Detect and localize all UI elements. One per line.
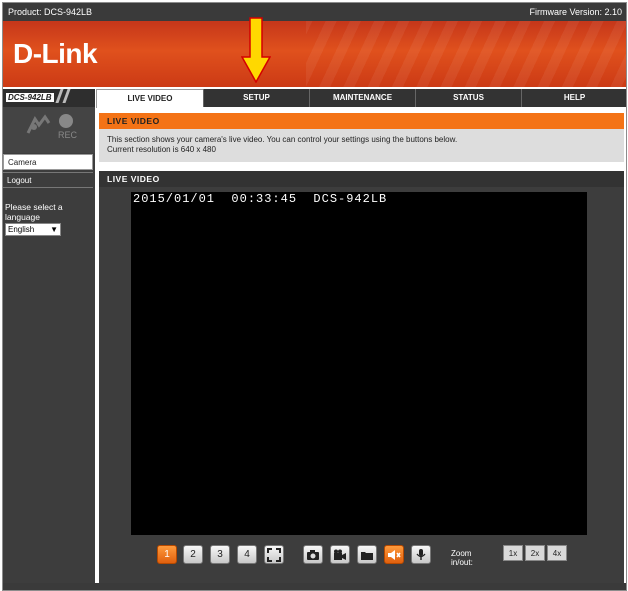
- arrow-down-icon: [241, 17, 271, 83]
- snapshot-icon[interactable]: [25, 113, 51, 139]
- folder-button[interactable]: [357, 545, 377, 564]
- zoom-label: Zoom in/out:: [451, 549, 473, 567]
- speaker-button[interactable]: [384, 545, 404, 564]
- model-label: DCS-942LB: [6, 93, 54, 102]
- fullscreen-icon: [267, 548, 281, 562]
- browser-frame: Product: DCS-942LB Firmware Version: 2.1…: [2, 2, 627, 591]
- tab-live-video[interactable]: LIVE VIDEO: [96, 89, 204, 108]
- header-banner: D-Link: [3, 21, 626, 87]
- tab-setup[interactable]: SETUP: [203, 89, 309, 107]
- language-value: English: [8, 225, 35, 234]
- speaker-mute-icon: [388, 550, 401, 560]
- dlink-logo: D-Link: [13, 38, 98, 69]
- layout-1-button[interactable]: 1: [157, 545, 177, 564]
- tab-maintenance[interactable]: MAINTENANCE: [309, 89, 415, 107]
- microphone-button[interactable]: [411, 545, 431, 564]
- fullscreen-button[interactable]: [264, 545, 284, 564]
- layout-4-button[interactable]: 4: [237, 545, 257, 564]
- layout-4-label: 4: [244, 549, 250, 560]
- record-button[interactable]: [330, 545, 350, 564]
- zoom-1x-button[interactable]: 1x: [503, 545, 523, 561]
- tab-status[interactable]: STATUS: [415, 89, 521, 107]
- record-icon[interactable]: [57, 112, 75, 130]
- snapshot-button[interactable]: [303, 545, 323, 564]
- section-title: LIVE VIDEO: [99, 113, 624, 129]
- camera-icon: [307, 550, 319, 560]
- snapshot-area: REC: [3, 107, 95, 153]
- layout-2-button[interactable]: 2: [183, 545, 203, 564]
- banner-stripes: [306, 21, 626, 87]
- sidebar: REC Camera Logout Please select a langua…: [3, 107, 95, 583]
- tab-help[interactable]: HELP: [521, 89, 626, 107]
- main-nav: DCS-942LB LIVE VIDEO SETUP MAINTENANCE S…: [3, 87, 626, 108]
- resolution-text: Current resolution is 640 x 480: [107, 145, 216, 154]
- folder-icon: [361, 552, 373, 560]
- video-title: LIVE VIDEO: [99, 171, 624, 187]
- model-badge: DCS-942LB: [3, 89, 95, 107]
- zoom-2x-button[interactable]: 2x: [525, 545, 545, 561]
- live-video-panel: 2015/01/01 00:33:45 DCS-942LB 1 2 3 4 Zo…: [99, 187, 624, 583]
- video-camera-icon: [334, 549, 346, 560]
- sidebar-item-logout[interactable]: Logout: [3, 172, 93, 188]
- sidebar-item-camera[interactable]: Camera: [3, 154, 93, 170]
- product-label: Product: DCS-942LB: [8, 7, 93, 17]
- layout-1-label: 1: [164, 549, 170, 560]
- top-bar: Product: DCS-942LB Firmware Version: 2.1…: [3, 3, 626, 21]
- video-osd-timestamp: 2015/01/01 00:33:45 DCS-942LB: [133, 192, 388, 206]
- info-box: This section shows your camera's live vi…: [99, 129, 624, 162]
- layout-2-label: 2: [190, 549, 196, 560]
- firmware-label: Firmware Version: 2.10: [529, 7, 622, 17]
- video-stream[interactable]: 2015/01/01 00:33:45 DCS-942LB: [131, 192, 587, 535]
- language-prompt: Please select a language: [5, 202, 63, 222]
- zoom-4x-button[interactable]: 4x: [547, 545, 567, 561]
- microphone-icon: [416, 549, 426, 560]
- language-select[interactable]: English ▼: [5, 223, 61, 236]
- main-content: LIVE VIDEO This section shows your camer…: [97, 107, 625, 585]
- description-text: This section shows your camera's live vi…: [107, 135, 458, 144]
- footer-bar: [3, 583, 626, 590]
- rec-label: REC: [58, 130, 78, 140]
- chevron-down-icon: ▼: [50, 225, 58, 234]
- layout-3-label: 3: [217, 549, 223, 560]
- layout-3-button[interactable]: 3: [210, 545, 230, 564]
